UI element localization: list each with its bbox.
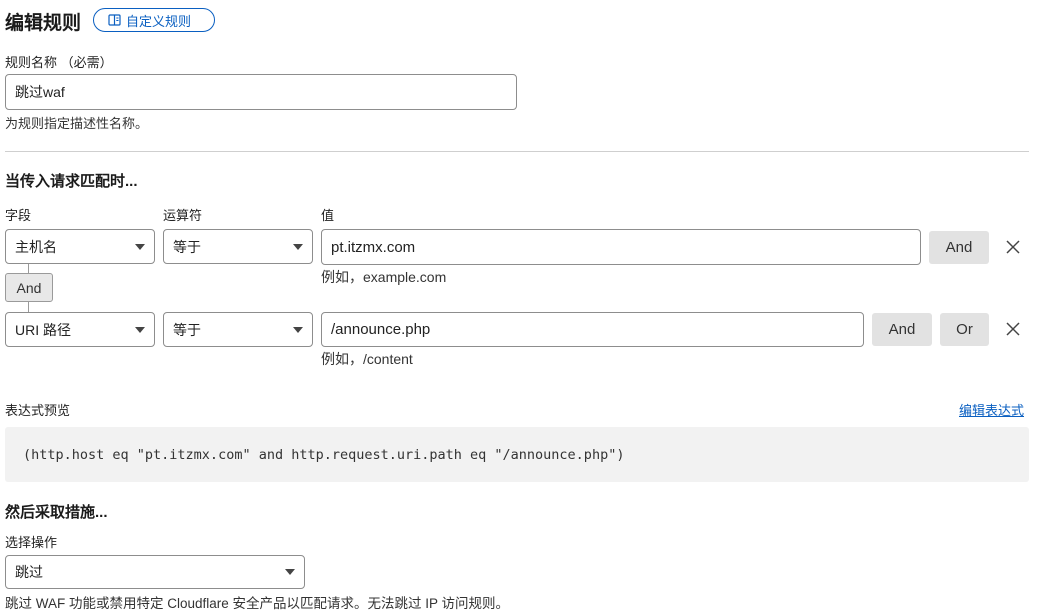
- section-divider: [5, 151, 1029, 152]
- action-section-title: 然后采取措施...: [5, 504, 108, 521]
- or-button-2[interactable]: Or: [940, 313, 989, 346]
- operator-select-2[interactable]: 等于: [163, 312, 313, 347]
- close-icon: [1006, 322, 1020, 336]
- action-select-label: 选择操作: [5, 535, 58, 550]
- joiner-and-button[interactable]: And: [5, 273, 53, 302]
- expression-preview-box: (http.host eq "pt.itzmx.com" and http.re…: [5, 427, 1029, 482]
- value-input-1[interactable]: pt.itzmx.com: [321, 229, 921, 265]
- value-input-text: /announce.php: [331, 321, 431, 338]
- chevron-down-icon: [285, 569, 295, 575]
- field-select-value: URI 路径: [15, 321, 71, 338]
- joiner-connector: [28, 264, 29, 273]
- match-section-title: 当传入请求匹配时...: [5, 173, 138, 190]
- value-input-text: pt.itzmx.com: [331, 238, 416, 256]
- operator-select-value: 等于: [173, 238, 201, 255]
- field-select-value: 主机名: [15, 238, 57, 255]
- operator-column-label: 运算符: [163, 208, 203, 223]
- action-select-value: 跳过: [15, 564, 43, 580]
- joiner-connector: [28, 302, 29, 312]
- and-button-2[interactable]: And: [872, 313, 932, 346]
- custom-rule-label: 自定义规则: [126, 13, 192, 29]
- rule-name-help: 为规则指定描述性名称。: [5, 116, 149, 131]
- value-hint-2: 例如，/content: [321, 351, 413, 367]
- close-icon: [1006, 240, 1020, 254]
- rule-name-value: 跳过waf: [15, 84, 65, 100]
- expression-preview-label: 表达式预览: [5, 403, 71, 418]
- chevron-down-icon: [135, 326, 145, 333]
- value-column-label: 值: [321, 208, 335, 223]
- field-select-1[interactable]: 主机名: [5, 229, 155, 264]
- edit-expression-link[interactable]: 编辑表达式: [959, 400, 1024, 419]
- remove-condition-button-1[interactable]: [1002, 236, 1024, 258]
- action-select[interactable]: 跳过: [5, 555, 305, 589]
- chevron-down-icon: [293, 243, 303, 250]
- rule-name-input[interactable]: 跳过waf: [5, 74, 517, 110]
- chevron-down-icon: [135, 243, 145, 250]
- rule-name-label: 规则名称 （必需）: [5, 55, 113, 70]
- operator-select-1[interactable]: 等于: [163, 229, 313, 264]
- chevron-down-icon: [293, 326, 303, 333]
- field-select-2[interactable]: URI 路径: [5, 312, 155, 347]
- field-column-label: 字段: [5, 208, 32, 223]
- book-icon: [108, 14, 121, 26]
- expression-preview-text: (http.host eq "pt.itzmx.com" and http.re…: [23, 446, 625, 463]
- and-button-1[interactable]: And: [929, 231, 989, 264]
- operator-select-value: 等于: [173, 321, 201, 338]
- value-input-2[interactable]: /announce.php: [321, 312, 864, 347]
- page-title: 编辑规则: [5, 13, 82, 34]
- action-help: 跳过 WAF 功能或禁用特定 Cloudflare 安全产品以匹配请求。无法跳过…: [5, 596, 510, 611]
- value-hint-1: 例如，example.com: [321, 269, 447, 285]
- remove-condition-button-2[interactable]: [1002, 318, 1024, 340]
- custom-rule-button[interactable]: 自定义规则: [93, 8, 215, 32]
